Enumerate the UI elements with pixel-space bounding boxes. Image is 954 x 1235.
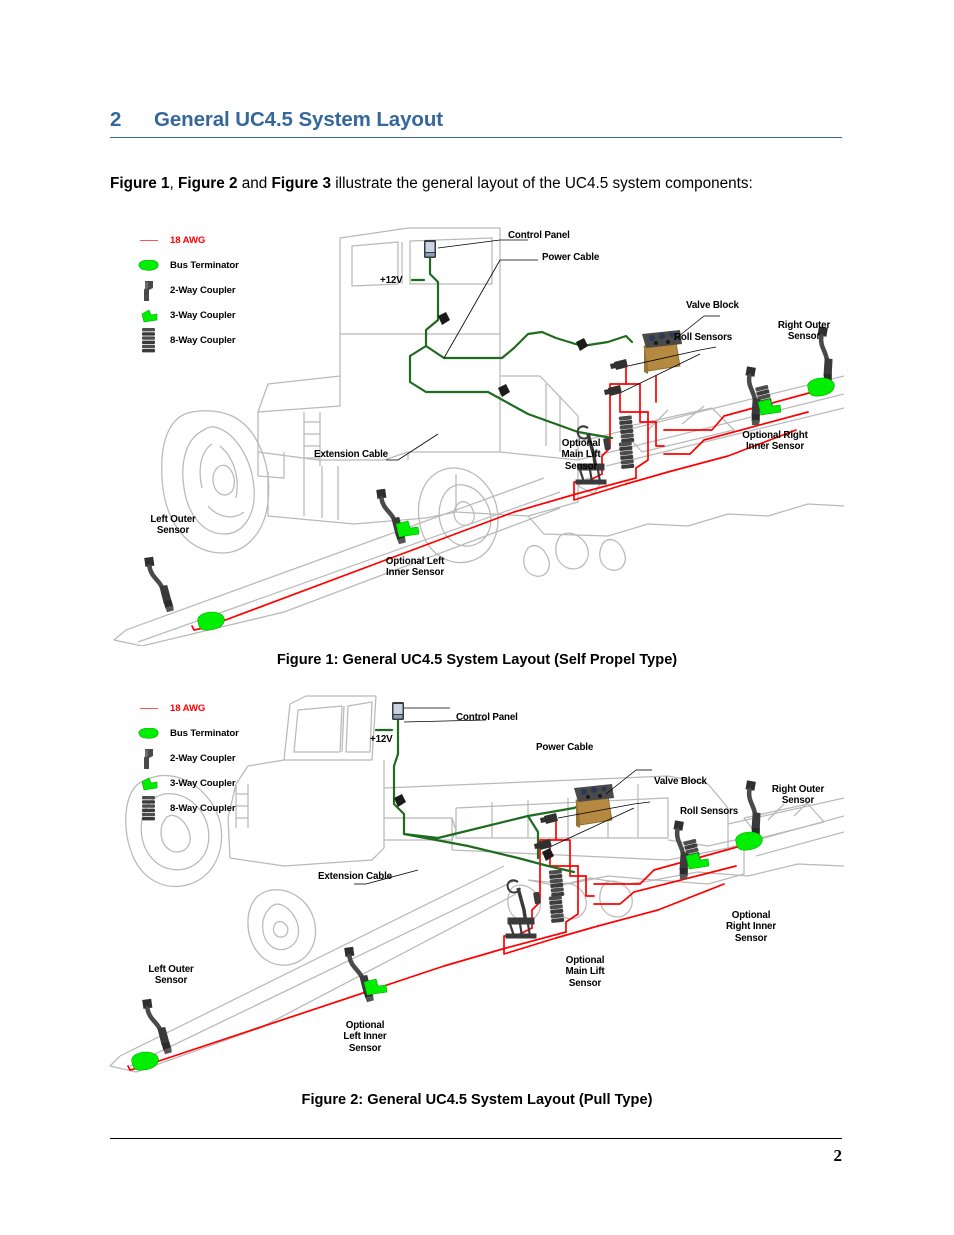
- legend-label-2way-coupler: 2-Way Coupler: [170, 285, 236, 296]
- figure-1-reference: Figure 1: [110, 175, 170, 193]
- callout-right-outer-sensor: Right Outer Sensor: [771, 784, 825, 807]
- footer-divider: [110, 1138, 842, 1139]
- figure-2-legend: 18 AWG Bus Terminator 2-Way Coupler 3-Wa…: [128, 696, 239, 821]
- callout-optional-main-lift-sensor: Optional Main Lift Sensor: [561, 438, 601, 472]
- bus-terminator-icon: [128, 728, 170, 739]
- figure-2-caption: Figure 2: General UC4.5 System Layout (P…: [301, 1092, 653, 1108]
- legend-item-18awg: 18 AWG: [128, 696, 239, 721]
- comma-separator: ,: [169, 175, 174, 193]
- legend-item-18awg: 18 AWG: [128, 228, 239, 253]
- callout-12v: +12V: [380, 275, 403, 286]
- callout-left-outer-sensor: Left Outer Sensor: [150, 514, 196, 537]
- callout-optional-left-inner-sensor: Optional Left Inner Sensor: [343, 1020, 387, 1054]
- document-page: 2 General UC4.5 System Layout Figure 1, F…: [0, 0, 954, 1235]
- eight-way-coupler-icon: [128, 795, 170, 822]
- callout-12v: +12V: [370, 734, 393, 745]
- two-way-coupler-icon: [128, 748, 170, 769]
- figure-1-diagram: 18 AWG Bus Terminator 2-Way Coupler 3-Wa…: [108, 216, 844, 646]
- intro-paragraph: Figure 1, Figure 2 and Figure 3 illustra…: [110, 173, 842, 194]
- callout-control-panel: Control Panel: [508, 230, 570, 241]
- callout-valve-block: Valve Block: [654, 776, 707, 787]
- figure-1-caption: Figure 1: General UC4.5 System Layout (S…: [276, 652, 678, 668]
- eight-way-coupler-icon: [128, 327, 170, 354]
- callout-right-outer-sensor: Right Outer Sensor: [777, 320, 831, 343]
- callout-extension-cable: Extension Cable: [314, 449, 388, 460]
- legend-item-8way-coupler: 8-Way Coupler: [128, 795, 239, 822]
- legend-item-2way-coupler: 2-Way Coupler: [128, 278, 239, 303]
- legend-item-3way-coupler: 3-Way Coupler: [128, 303, 239, 328]
- three-way-coupler-icon: [128, 776, 170, 791]
- callout-valve-block: Valve Block: [686, 300, 739, 311]
- two-way-coupler-icon: [128, 280, 170, 301]
- figure-3-reference: Figure 3: [271, 175, 332, 193]
- legend-label-8way-coupler: 8-Way Coupler: [170, 803, 236, 814]
- legend-label-2way-coupler: 2-Way Coupler: [170, 753, 236, 764]
- section-number: 2: [110, 108, 122, 131]
- legend-item-bus-terminator: Bus Terminator: [128, 253, 239, 278]
- legend-label-bus-terminator: Bus Terminator: [170, 260, 239, 271]
- legend-item-bus-terminator: Bus Terminator: [128, 721, 239, 746]
- legend-label-18awg: 18 AWG: [170, 235, 206, 246]
- red-wire-line-icon: [128, 708, 170, 709]
- section-heading: 2 General UC4.5 System Layout: [110, 108, 842, 138]
- callout-optional-left-inner-sensor: Optional Left Inner Sensor: [385, 556, 445, 579]
- callout-extension-cable: Extension Cable: [318, 871, 392, 882]
- red-wire-line-icon: [128, 240, 170, 241]
- legend-item-3way-coupler: 3-Way Coupler: [128, 771, 239, 796]
- callout-power-cable: Power Cable: [536, 742, 594, 753]
- paragraph-remainder: illustrate the general layout of the UC4…: [335, 175, 753, 193]
- callout-optional-main-lift-sensor: Optional Main Lift Sensor: [565, 955, 605, 989]
- callout-optional-right-inner-sensor: Optional Right Inner Sensor: [725, 910, 777, 944]
- legend-label-18awg: 18 AWG: [170, 703, 206, 714]
- legend-item-8way-coupler: 8-Way Coupler: [128, 327, 239, 354]
- legend-item-2way-coupler: 2-Way Coupler: [128, 746, 239, 771]
- three-way-coupler-icon: [128, 308, 170, 323]
- callout-left-outer-sensor: Left Outer Sensor: [148, 964, 194, 987]
- conjunction: and: [241, 175, 268, 193]
- callout-optional-right-inner-sensor: Optional Right Inner Sensor: [742, 430, 808, 453]
- bus-terminator-icon: [128, 260, 170, 271]
- figure-1-legend: 18 AWG Bus Terminator 2-Way Coupler 3-Wa…: [128, 228, 239, 353]
- callout-roll-sensors: Roll Sensors: [674, 332, 733, 343]
- callout-control-panel: Control Panel: [456, 712, 518, 723]
- legend-label-bus-terminator: Bus Terminator: [170, 728, 239, 739]
- legend-label-8way-coupler: 8-Way Coupler: [170, 335, 236, 346]
- figure-2-reference: Figure 2: [178, 175, 238, 193]
- legend-label-3way-coupler: 3-Way Coupler: [170, 310, 236, 321]
- page-title: General UC4.5 System Layout: [154, 108, 443, 131]
- page-number: 2: [833, 1146, 843, 1165]
- legend-label-3way-coupler: 3-Way Coupler: [170, 778, 236, 789]
- callout-roll-sensors: Roll Sensors: [680, 806, 739, 817]
- callout-power-cable: Power Cable: [542, 252, 600, 263]
- figure-2-diagram: 18 AWG Bus Terminator 2-Way Coupler 3-Wa…: [108, 688, 844, 1088]
